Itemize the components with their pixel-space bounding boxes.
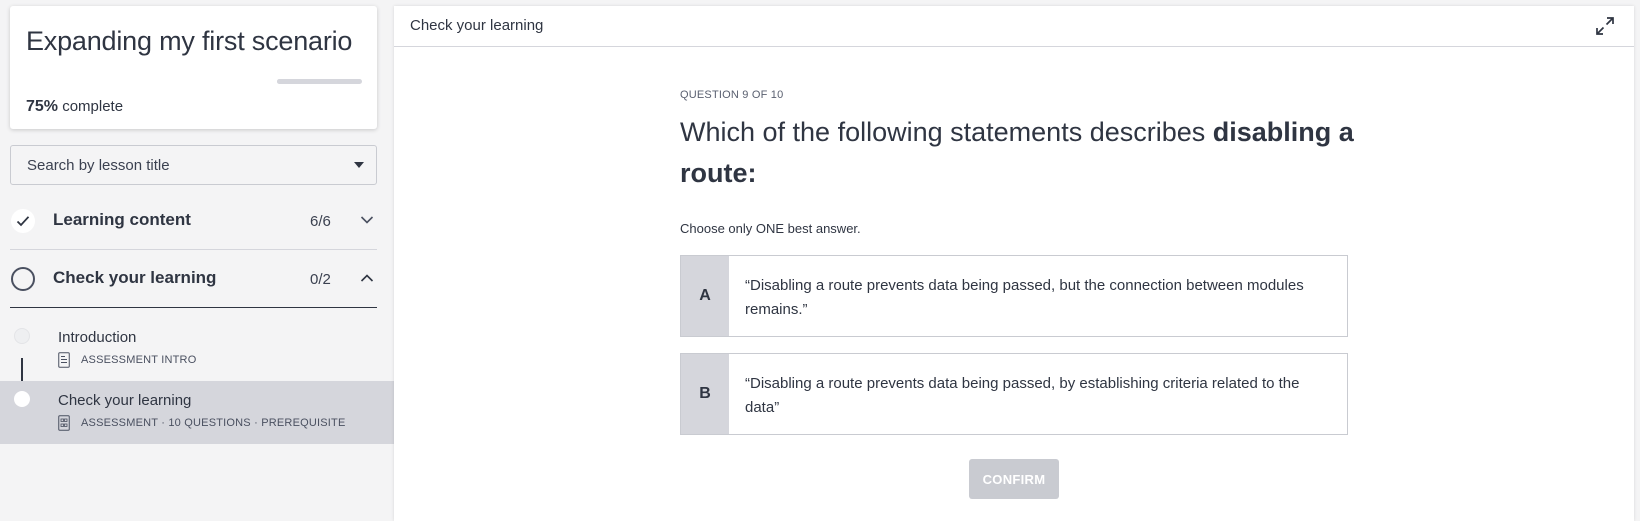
section-title: Learning content	[53, 210, 191, 229]
question-prefix: Which of the following statements descri…	[680, 117, 1213, 147]
answer-option-a[interactable]: A “Disabling a route prevents data being…	[680, 255, 1348, 337]
question-instruction: Choose only ONE best answer.	[680, 221, 861, 236]
section-count: 0/2	[310, 271, 331, 288]
progress-bar-fill	[277, 79, 341, 84]
option-letter: A	[681, 256, 729, 336]
lesson-meta-text: ASSESSMENT · 10 QUESTIONS · PREREQUISITE	[81, 417, 346, 429]
expand-icon[interactable]	[1594, 15, 1616, 37]
lesson-meta: ASSESSMENT INTRO	[58, 352, 196, 368]
assessment-icon	[58, 415, 70, 431]
course-progress-card: Expanding my first scenario 75% complete	[10, 6, 377, 129]
question-text: Which of the following statements descri…	[680, 112, 1360, 194]
lesson-panel: Check your learning QUESTION 9 OF 10 Whi…	[394, 6, 1634, 521]
section-check-your-learning[interactable]: Check your learning 0/2	[10, 251, 377, 308]
option-text: “Disabling a route prevents data being p…	[745, 375, 1300, 416]
check-icon	[11, 209, 35, 233]
lesson-header-title: Check your learning	[410, 17, 544, 34]
empty-circle-icon	[11, 267, 35, 291]
lesson-status-dot	[14, 391, 30, 407]
caret-down-icon	[354, 162, 364, 168]
lesson-status-dot	[14, 328, 30, 344]
lesson-header: Check your learning	[394, 6, 1634, 47]
answer-option-b[interactable]: B “Disabling a route prevents data being…	[680, 353, 1348, 435]
chevron-up-icon	[360, 274, 374, 282]
lesson-meta-text: ASSESSMENT INTRO	[81, 354, 197, 366]
progress-bar	[277, 79, 362, 84]
option-text: “Disabling a route prevents data being p…	[745, 277, 1304, 318]
question-counter: QUESTION 9 OF 10	[680, 89, 784, 101]
lesson-search-select[interactable]: Search by lesson title	[10, 145, 377, 185]
lesson-item-check-your-learning[interactable]: Check your learning ASSESSMENT · 10 QUES…	[0, 381, 394, 444]
lesson-title: Introduction	[58, 329, 137, 346]
section-count: 6/6	[310, 213, 331, 230]
lesson-title: Check your learning	[58, 392, 192, 409]
course-title: Expanding my first scenario	[26, 26, 353, 56]
lesson-meta: ASSESSMENT · 10 QUESTIONS · PREREQUISITE	[58, 415, 346, 431]
section-title: Check your learning	[53, 268, 217, 287]
question-suffix: :	[747, 158, 757, 188]
progress-text: 75% complete	[26, 98, 123, 116]
section-learning-content[interactable]: Learning content 6/6	[10, 193, 377, 250]
progress-percent: 75%	[26, 98, 59, 115]
lesson-search-placeholder: Search by lesson title	[27, 157, 170, 174]
document-icon	[58, 352, 70, 368]
progress-suffix: complete	[58, 98, 124, 115]
option-letter: B	[681, 354, 729, 434]
lesson-item-introduction[interactable]: Introduction ASSESSMENT INTRO	[0, 318, 394, 381]
confirm-button[interactable]: CONFIRM	[969, 459, 1059, 499]
chevron-down-icon	[360, 216, 374, 224]
course-sidebar: Expanding my first scenario 75% complete…	[0, 0, 394, 521]
